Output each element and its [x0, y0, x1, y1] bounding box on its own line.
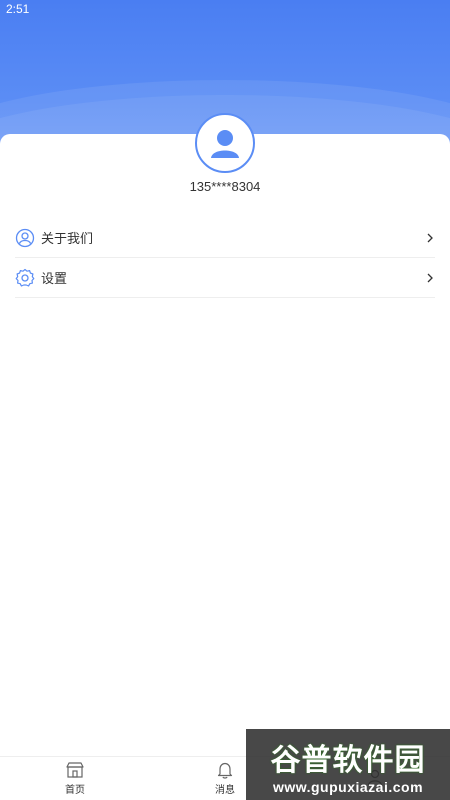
chevron-right-icon	[425, 273, 435, 283]
watermark-url: www.gupuxiazai.com	[272, 778, 424, 795]
watermark-text: 谷普软件园	[270, 742, 426, 778]
bell-icon	[215, 761, 235, 779]
status-time: 2:51	[6, 2, 30, 16]
menu-item-settings[interactable]: 设置	[15, 258, 435, 298]
phone-number: 135****8304	[189, 179, 261, 194]
store-icon	[65, 761, 85, 779]
avatar[interactable]	[195, 113, 255, 173]
avatar-person-icon	[211, 130, 239, 158]
tab-label: 消息	[215, 785, 235, 796]
user-circle-icon	[15, 228, 35, 248]
menu-item-label: 关于我们	[41, 232, 94, 247]
watermark: 谷普软件园 www.gupuxiazai.com	[246, 729, 450, 800]
chevron-right-icon	[425, 233, 435, 243]
tab-home[interactable]: 首页	[0, 757, 150, 800]
menu-list: 关于我们 设置	[15, 218, 435, 298]
menu-item-label: 设置	[41, 272, 68, 287]
tab-label: 首页	[65, 785, 85, 796]
menu-item-about[interactable]: 关于我们	[15, 218, 435, 258]
gear-icon	[15, 268, 35, 288]
